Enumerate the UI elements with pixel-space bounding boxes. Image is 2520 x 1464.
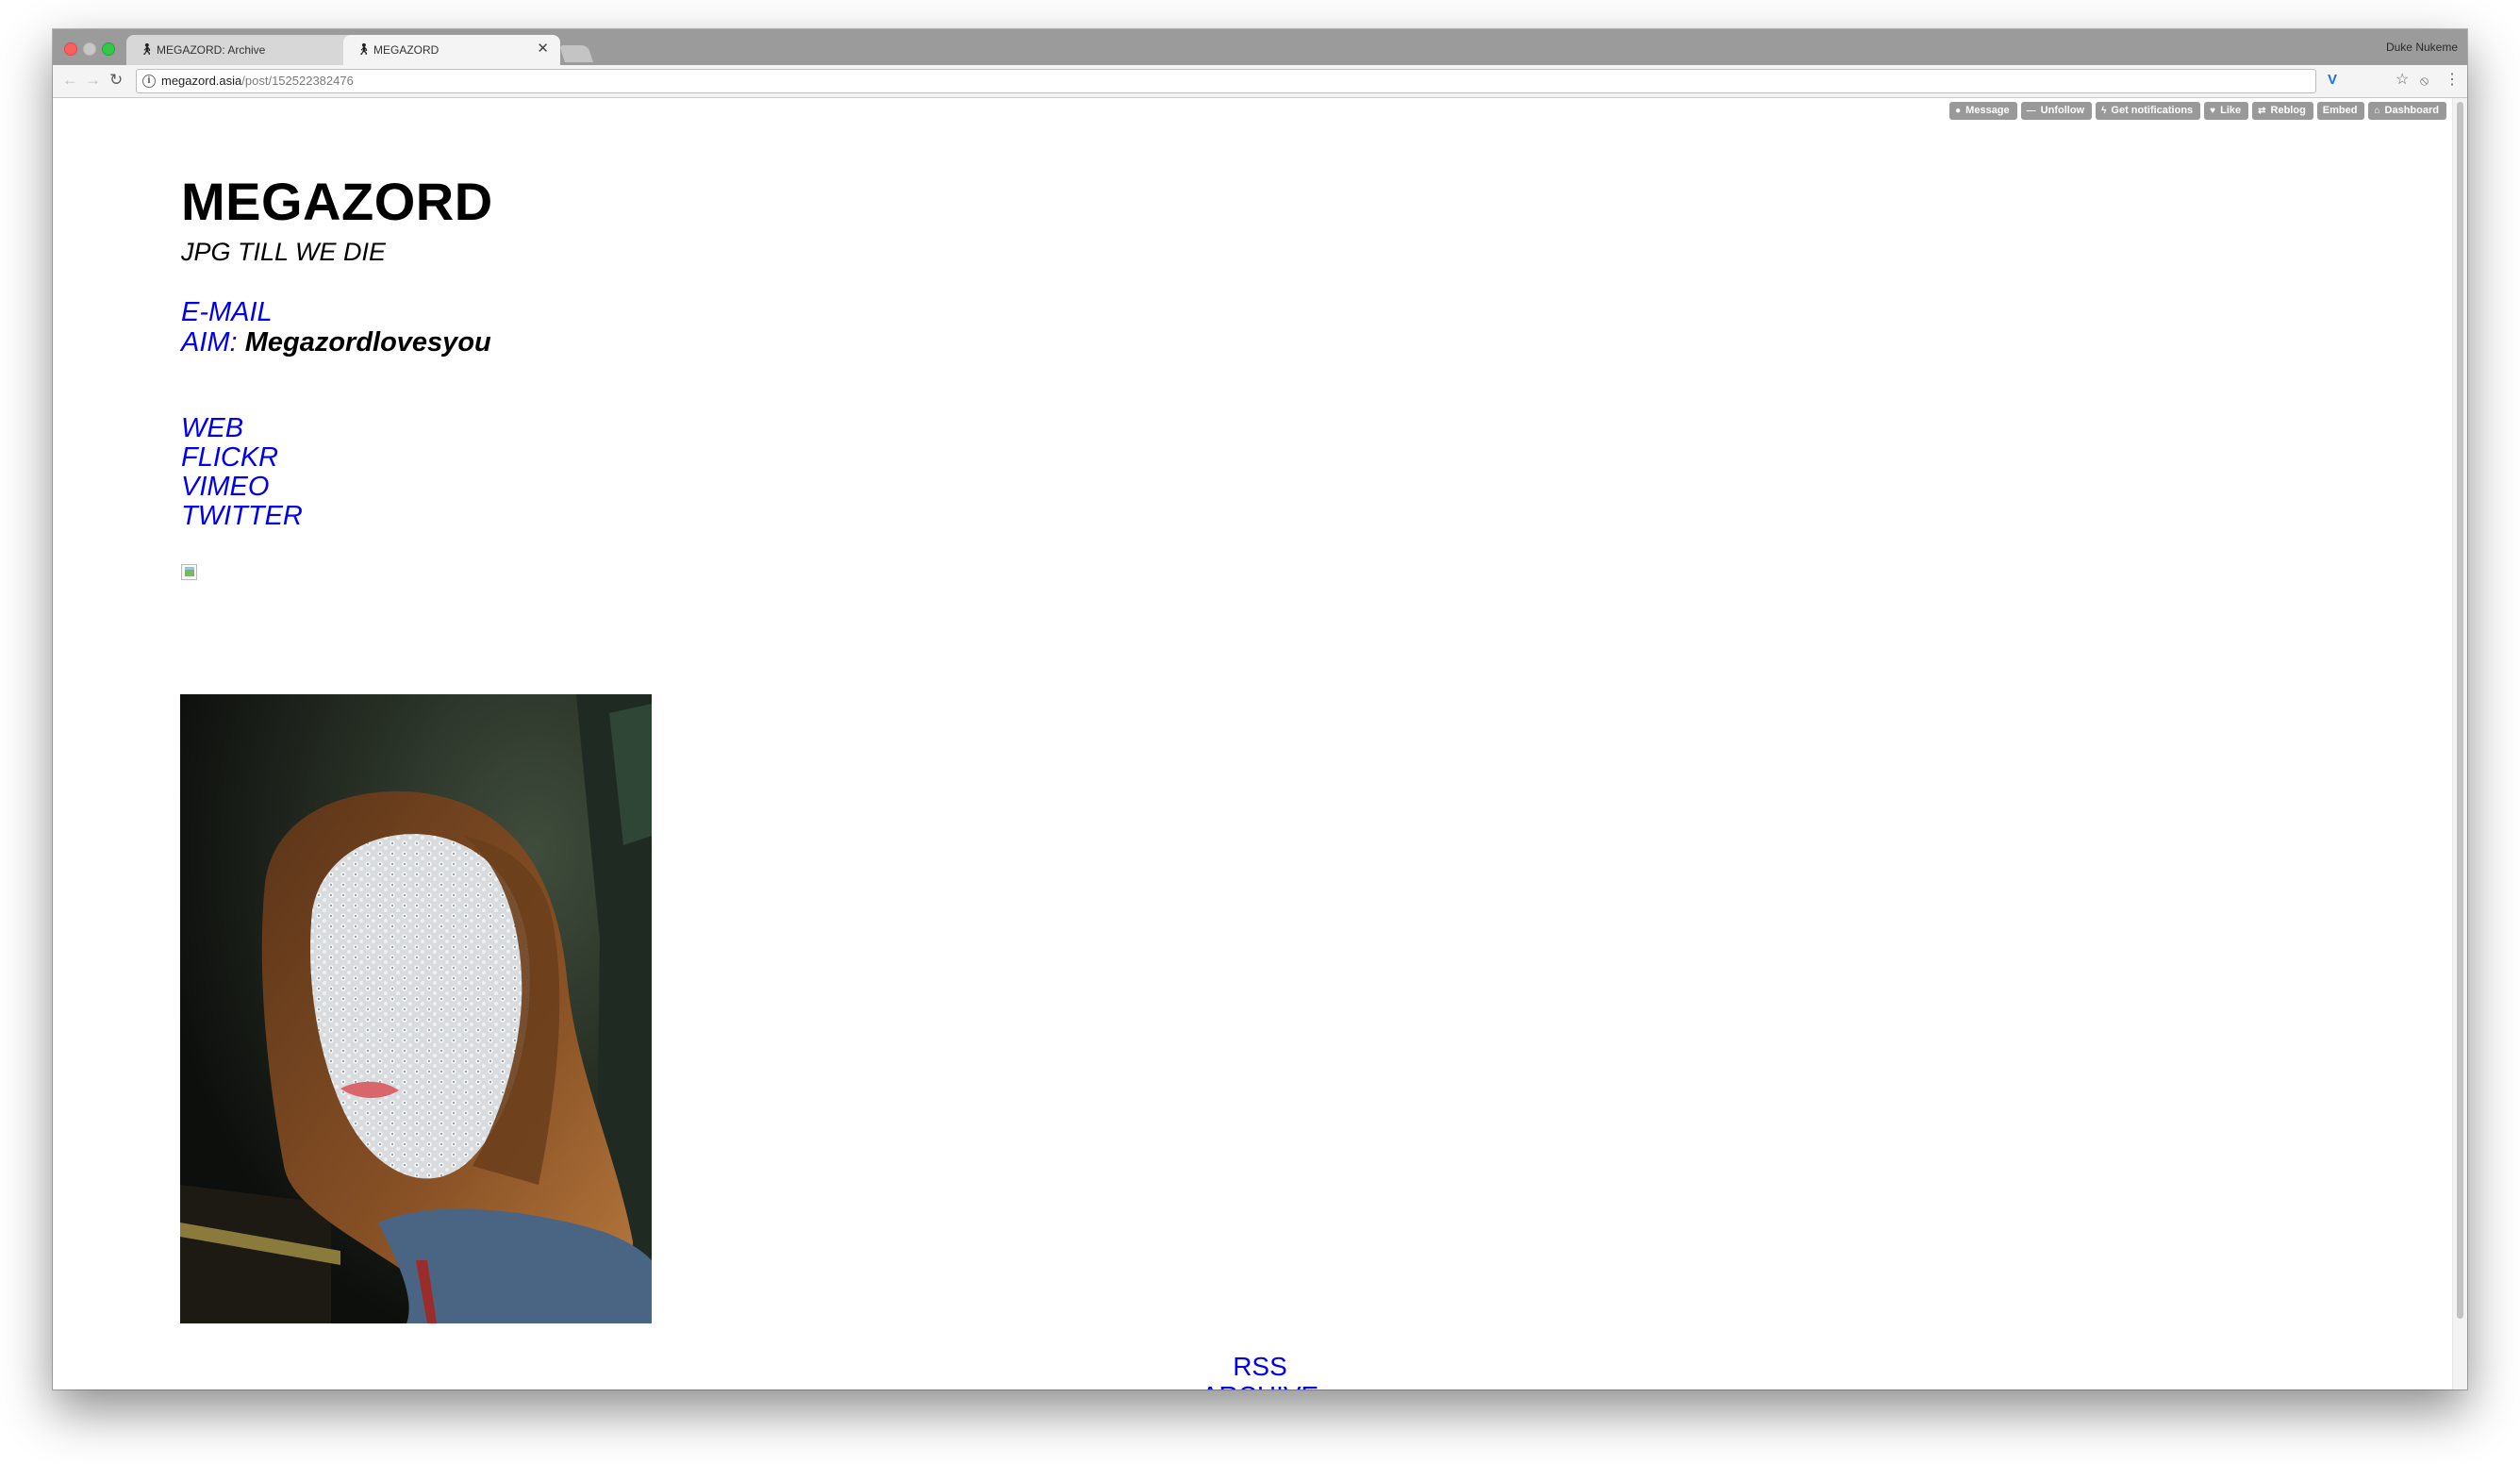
vertical-scrollbar[interactable]: [2452, 98, 2467, 1389]
unfollow-button[interactable]: — Unfollow: [2020, 102, 2093, 120]
blog-description: JPG TILL WE DIE: [181, 238, 387, 266]
flickr-link[interactable]: FLICKR: [181, 443, 278, 473]
post-photo[interactable]: [180, 694, 652, 1323]
block-icon[interactable]: ⦸: [2420, 71, 2429, 90]
profile-name[interactable]: Duke Nukeme: [2386, 41, 2458, 54]
aim-line: AIM: Megazordlovesyou: [181, 328, 491, 358]
url-path: /post/152522382476: [241, 74, 354, 88]
browser-window: 🚶︎ MEGAZORD: Archive ✕ 🚶︎ MEGAZORD ✕ Duk…: [53, 29, 2467, 1389]
tumblr-controls: ● Message — Unfollow ϟ Get notifications ♥ L…: [1949, 102, 2446, 120]
arrow-right-icon[interactable]: →: [85, 69, 101, 92]
close-tab-icon[interactable]: ✕: [537, 35, 549, 63]
vimeo-link[interactable]: VIMEO: [181, 473, 269, 502]
aim-handle: Megazordlovesyou: [244, 327, 491, 358]
v-extension-icon[interactable]: V: [2328, 71, 2337, 90]
reblog-icon: ⇄: [2258, 106, 2266, 116]
scrollbar-thumb[interactable]: [2457, 102, 2463, 1319]
tab-strip: 🚶︎ MEGAZORD: Archive ✕ 🚶︎ MEGAZORD ✕ Duk…: [53, 29, 2467, 65]
minimize-window-button[interactable]: [83, 42, 96, 56]
maximize-window-button[interactable]: [102, 42, 115, 56]
blog-title[interactable]: MEGAZORD: [181, 172, 493, 232]
tab-megazord[interactable]: 🚶︎ MEGAZORD ✕: [343, 35, 560, 65]
minus-icon: —: [2026, 106, 2036, 116]
close-window-button[interactable]: [64, 42, 77, 56]
twitter-link[interactable]: TWITTER: [181, 502, 303, 531]
broken-image-icon: [181, 564, 197, 580]
archive-link[interactable]: ARCHIVE: [53, 1382, 2467, 1390]
kebab-menu-icon[interactable]: ⋮: [2445, 71, 2460, 90]
message-button[interactable]: ● Message: [1949, 102, 2017, 120]
tab-title: MEGAZORD: Archive: [157, 43, 266, 57]
info-icon[interactable]: i: [142, 75, 156, 88]
get-notifications-button[interactable]: ϟ Get notifications: [2096, 102, 2201, 120]
arrow-left-icon[interactable]: ←: [62, 69, 78, 92]
dashboard-button[interactable]: ⌂ Dashboard: [2368, 102, 2446, 120]
url-host: megazord.asia: [161, 74, 242, 88]
reblog-button[interactable]: ⇄ Reblog: [2252, 102, 2313, 120]
reload-icon[interactable]: ↻: [109, 69, 123, 92]
like-button[interactable]: ♥ Like: [2204, 102, 2249, 120]
lightning-icon: ϟ: [2101, 106, 2107, 116]
speech-bubble-icon: ●: [1955, 106, 1962, 116]
star-icon[interactable]: ☆: [2396, 71, 2409, 90]
new-tab-button[interactable]: [559, 45, 593, 62]
address-bar[interactable]: i megazord.asia/post/152522382476: [136, 69, 2316, 93]
tumblr-favicon-icon: 🚶︎: [140, 42, 155, 56]
house-icon: ⌂: [2374, 106, 2380, 116]
tab-title: MEGAZORD: [373, 43, 439, 57]
browser-toolbar: ← → ↻ i megazord.asia/post/152522382476 …: [53, 65, 2467, 98]
heart-icon: ♥: [2210, 106, 2216, 116]
url-text[interactable]: megazord.asia/post/152522382476: [161, 74, 354, 88]
page-content: ● Message — Unfollow ϟ Get notifications ♥ L…: [53, 98, 2467, 1389]
tumblr-favicon-icon: 🚶︎: [356, 42, 372, 56]
rss-link[interactable]: RSS: [53, 1353, 2467, 1381]
web-link[interactable]: WEB: [181, 414, 243, 443]
aim-label[interactable]: AIM:: [181, 327, 238, 358]
embed-button[interactable]: Embed: [2316, 102, 2365, 120]
email-link[interactable]: E-MAIL: [181, 298, 273, 327]
